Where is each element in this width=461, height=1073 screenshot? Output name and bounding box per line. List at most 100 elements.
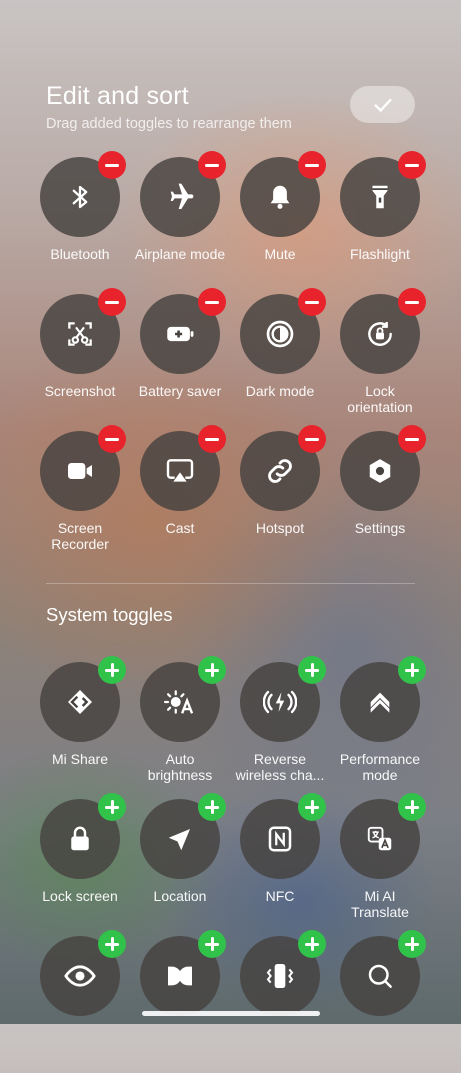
toggle-screenshot[interactable]: Screenshot — [30, 288, 130, 431]
system-toggles-title: System toggles — [46, 604, 173, 625]
home-indicator[interactable] — [142, 1011, 320, 1016]
toggle-button[interactable] — [140, 793, 226, 879]
remove-toggle-button[interactable] — [298, 288, 326, 316]
add-toggle-button[interactable] — [298, 793, 326, 821]
double-chevron-up-icon — [364, 686, 396, 718]
remove-toggle-button[interactable] — [198, 425, 226, 453]
plus-icon-vertical — [210, 663, 214, 677]
toggle-button[interactable] — [240, 151, 326, 237]
toggle-button[interactable] — [340, 288, 426, 374]
toggle-button[interactable] — [40, 656, 126, 742]
toggle-label: Mi Share — [51, 751, 109, 767]
toggle-mute[interactable]: Mute — [230, 151, 330, 294]
toggle-label: Battery saver — [138, 383, 222, 399]
toggle-mi-ai-translate[interactable]: Mi AI Translate — [330, 793, 430, 936]
dark-mode-icon — [264, 318, 296, 350]
remove-toggle-button[interactable] — [398, 151, 426, 179]
remove-toggle-button[interactable] — [98, 425, 126, 453]
toggle-battery-saver[interactable]: Battery saver — [130, 288, 230, 431]
toggle-button[interactable] — [40, 793, 126, 879]
add-toggle-button[interactable] — [98, 656, 126, 684]
toggle-settings[interactable]: Settings — [330, 425, 430, 568]
gear-icon — [365, 456, 395, 486]
toggle-label: Auto brightness — [147, 751, 213, 783]
toggle-lock-orientation[interactable]: Lock orientation — [330, 288, 430, 431]
remove-toggle-button[interactable] — [98, 151, 126, 179]
plus-icon-vertical — [110, 800, 114, 814]
toggle-label: Reverse wireless cha... — [235, 751, 325, 783]
add-toggle-button[interactable] — [98, 930, 126, 958]
toggle-button[interactable] — [340, 930, 426, 1016]
remove-toggle-button[interactable] — [98, 288, 126, 316]
toggle-flashlight[interactable]: Flashlight — [330, 151, 430, 294]
add-toggle-button[interactable] — [398, 930, 426, 958]
toggle-button[interactable] — [240, 793, 326, 879]
toggle-airplane-mode[interactable]: Airplane mode — [130, 151, 230, 294]
toggle-nfc[interactable]: NFC — [230, 793, 330, 936]
toggle-button[interactable] — [140, 656, 226, 742]
toggle-performance-mode[interactable]: Performance mode — [330, 656, 430, 799]
toggle-reverse-wireless-cha[interactable]: Reverse wireless cha... — [230, 656, 330, 799]
add-toggle-button[interactable] — [398, 656, 426, 684]
toggle-label: Hotspot — [255, 520, 305, 536]
toggle-button[interactable] — [40, 151, 126, 237]
plus-icon-vertical — [110, 937, 114, 951]
toggle-label: Cast — [165, 520, 195, 536]
toggle-vibrate[interactable] — [230, 930, 330, 1073]
remove-toggle-button[interactable] — [298, 151, 326, 179]
toggle-button[interactable] — [340, 793, 426, 879]
toggle-label: Screen Recorder — [51, 520, 109, 552]
toggle-dolby[interactable] — [130, 930, 230, 1073]
toggle-hotspot[interactable]: Hotspot — [230, 425, 330, 568]
toggle-mi-share[interactable]: Mi Share — [30, 656, 130, 799]
toggle-label: Settings — [354, 520, 406, 536]
toggle-label: Lock orientation — [347, 383, 413, 415]
toggle-button[interactable] — [340, 151, 426, 237]
toggle-location[interactable]: Location — [130, 793, 230, 936]
add-toggle-button[interactable] — [398, 793, 426, 821]
toggle-search[interactable] — [330, 930, 430, 1073]
toggle-button[interactable] — [40, 425, 126, 511]
toggle-cast[interactable]: Cast — [130, 425, 230, 568]
add-toggle-button[interactable] — [298, 656, 326, 684]
bluetooth-icon — [65, 182, 95, 212]
remove-toggle-button[interactable] — [398, 425, 426, 453]
add-toggle-button[interactable] — [198, 930, 226, 958]
section-divider — [46, 583, 415, 584]
toggle-eye[interactable] — [30, 930, 130, 1073]
toggle-lock-screen[interactable]: Lock screen — [30, 793, 130, 936]
remove-toggle-button[interactable] — [298, 425, 326, 453]
toggle-button[interactable] — [140, 151, 226, 237]
toggle-button[interactable] — [240, 930, 326, 1016]
toggle-button[interactable] — [340, 425, 426, 511]
add-toggle-button[interactable] — [98, 793, 126, 821]
auto-brightness-icon — [163, 685, 197, 719]
dolby-icon — [164, 960, 196, 992]
toggle-screen-recorder[interactable]: Screen Recorder — [30, 425, 130, 568]
toggle-button[interactable] — [40, 288, 126, 374]
toggle-button[interactable] — [240, 425, 326, 511]
toggle-button[interactable] — [240, 656, 326, 742]
minus-icon — [405, 300, 419, 304]
lock-rotation-icon — [364, 318, 396, 350]
plus-icon-vertical — [410, 663, 414, 677]
toggle-bluetooth[interactable]: Bluetooth — [30, 151, 130, 294]
remove-toggle-button[interactable] — [198, 288, 226, 316]
toggle-button[interactable] — [340, 656, 426, 742]
add-toggle-button[interactable] — [198, 656, 226, 684]
toggle-button[interactable] — [40, 930, 126, 1016]
toggle-button[interactable] — [140, 425, 226, 511]
minus-icon — [105, 437, 119, 441]
toggle-dark-mode[interactable]: Dark mode — [230, 288, 330, 431]
toggle-button[interactable] — [140, 930, 226, 1016]
toggle-button[interactable] — [240, 288, 326, 374]
toggle-button[interactable] — [140, 288, 226, 374]
remove-toggle-button[interactable] — [398, 288, 426, 316]
add-toggle-button[interactable] — [298, 930, 326, 958]
plus-icon-vertical — [310, 800, 314, 814]
remove-toggle-button[interactable] — [198, 151, 226, 179]
toggle-auto-brightness[interactable]: Auto brightness — [130, 656, 230, 799]
done-button[interactable] — [350, 86, 415, 123]
add-toggle-button[interactable] — [198, 793, 226, 821]
toggle-label: Performance mode — [339, 751, 421, 783]
